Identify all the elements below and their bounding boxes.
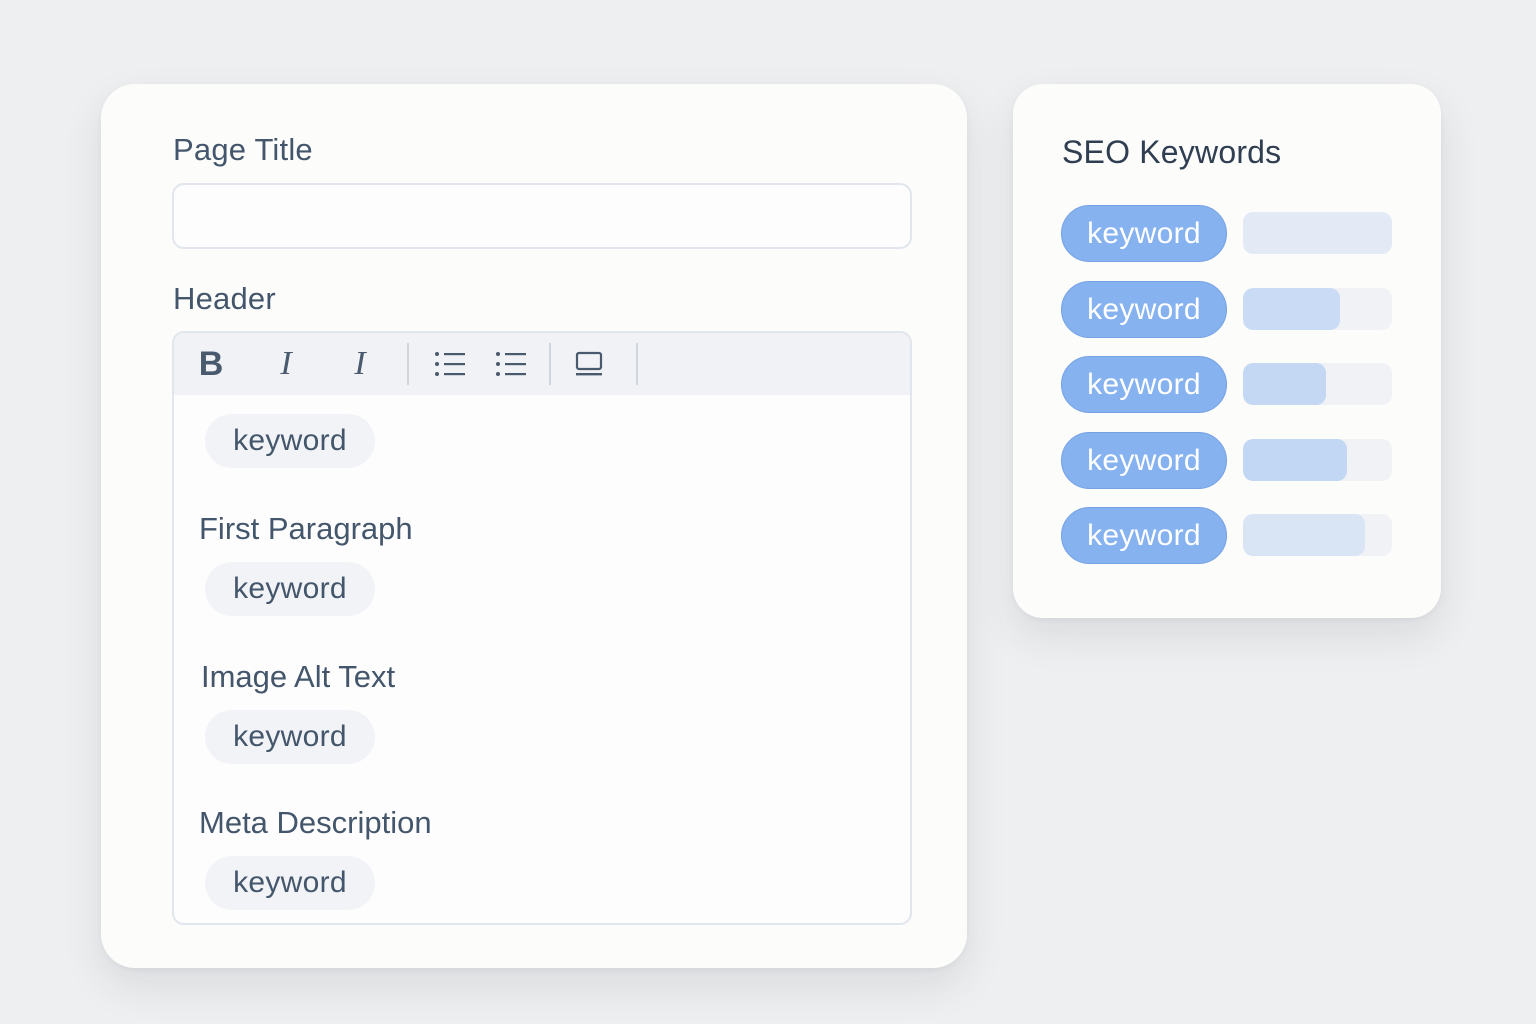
keyword-strength-bar xyxy=(1243,439,1392,481)
bold-icon: B xyxy=(198,344,224,383)
meta-description-keyword-chip[interactable]: keyword xyxy=(205,856,375,910)
seo-keyword-pill[interactable]: keyword xyxy=(1061,432,1227,489)
toolbar-divider xyxy=(549,343,551,385)
numbered-list-icon xyxy=(496,352,526,376)
bulleted-list-icon xyxy=(435,352,465,376)
first-paragraph-label: First Paragraph xyxy=(199,511,413,546)
page-title-label: Page Title xyxy=(173,132,313,167)
keyword-strength-bar xyxy=(1243,363,1392,405)
page-title-input[interactable] xyxy=(172,183,912,249)
seo-keyword-pill[interactable]: keyword xyxy=(1061,205,1227,262)
editor-body: keyword First Paragraph keyword Image Al… xyxy=(174,395,910,923)
numbered-list-button[interactable] xyxy=(488,342,534,386)
keyword-strength-bar xyxy=(1243,514,1392,556)
italic-alt-button[interactable]: I xyxy=(337,342,383,386)
seo-keyword-pill[interactable]: keyword xyxy=(1061,281,1227,338)
seo-keywords-title: SEO Keywords xyxy=(1062,134,1282,170)
toolbar-divider xyxy=(636,343,638,385)
keyword-strength-fill xyxy=(1243,288,1340,330)
italic-icon: I xyxy=(280,345,292,382)
toolbar-divider xyxy=(407,343,409,385)
seo-keyword-row: keyword xyxy=(1061,281,1401,339)
first-paragraph-keyword-chip[interactable]: keyword xyxy=(205,562,375,616)
keyword-strength-fill xyxy=(1243,439,1348,481)
rich-text-editor[interactable]: B I I keyword First Paragraph keyword Im… xyxy=(172,331,912,925)
image-button[interactable] xyxy=(566,342,612,386)
header-keyword-chip[interactable]: keyword xyxy=(205,414,375,468)
seo-keyword-row: keyword xyxy=(1061,356,1401,414)
seo-keywords-card: SEO Keywords keyword keyword keyword key… xyxy=(1013,84,1441,618)
image-icon xyxy=(575,351,603,376)
keyword-strength-fill xyxy=(1243,514,1366,556)
header-label: Header xyxy=(173,281,276,316)
italic-alt-icon: I xyxy=(354,345,366,382)
keyword-strength-fill xyxy=(1243,212,1392,254)
keyword-strength-fill xyxy=(1243,363,1327,405)
italic-button[interactable]: I xyxy=(263,342,309,386)
seo-keyword-pill[interactable]: keyword xyxy=(1061,356,1227,413)
content-editor-card: Page Title Header B I I keyword First Pa… xyxy=(101,84,967,968)
image-alt-text-label: Image Alt Text xyxy=(201,659,396,694)
formatting-toolbar: B I I xyxy=(174,333,910,395)
image-alt-text-keyword-chip[interactable]: keyword xyxy=(205,710,375,764)
seo-keyword-row: keyword xyxy=(1061,205,1401,263)
seo-keyword-pill[interactable]: keyword xyxy=(1061,507,1227,564)
bold-button[interactable]: B xyxy=(188,342,234,386)
keyword-strength-bar xyxy=(1243,212,1392,254)
meta-description-label: Meta Description xyxy=(199,805,432,840)
keyword-strength-bar xyxy=(1243,288,1392,330)
seo-keyword-row: keyword xyxy=(1061,432,1401,490)
seo-keyword-row: keyword xyxy=(1061,507,1401,565)
bulleted-list-button[interactable] xyxy=(427,342,473,386)
